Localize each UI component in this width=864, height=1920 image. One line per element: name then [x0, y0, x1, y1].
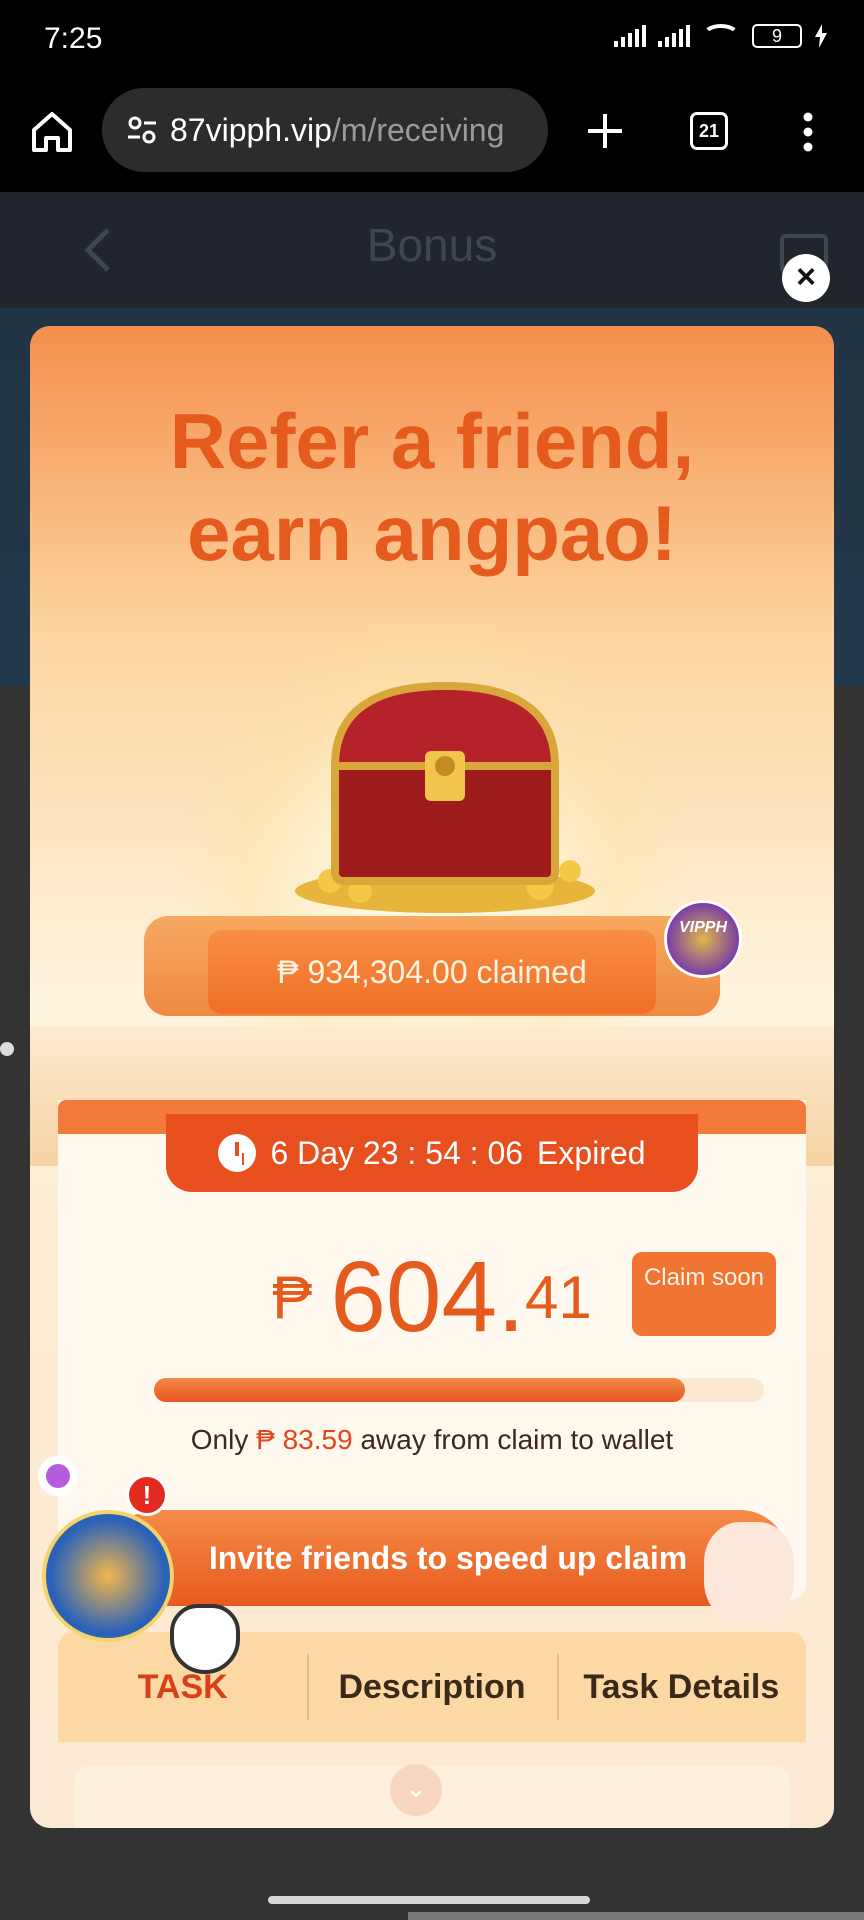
- claim-soon-button[interactable]: Claim soon: [632, 1252, 776, 1336]
- url-host: 87vipph.vip: [170, 111, 332, 148]
- claim-progress-bar: [154, 1378, 764, 1402]
- status-bar: 7:25 9: [0, 0, 864, 84]
- home-icon[interactable]: [30, 110, 74, 154]
- gesture-nav-bar[interactable]: [268, 1896, 590, 1904]
- hand-pointer-icon: [170, 1604, 240, 1674]
- wifi-icon: [702, 24, 740, 48]
- countdown-timer: 6 Day 23 : 54 : 06 Expired: [166, 1114, 698, 1192]
- close-button[interactable]: ×: [782, 254, 830, 302]
- vip-badge[interactable]: VIPPH: [664, 900, 742, 978]
- signal-icon: [614, 25, 646, 47]
- timer-value: 6 Day 23 : 54 : 06: [270, 1134, 524, 1171]
- side-handle[interactable]: [0, 1042, 14, 1056]
- battery-icon: 9: [752, 24, 802, 48]
- url-path: /m/receiving: [331, 111, 505, 148]
- claimed-total: ₱ 934,304.00 claimed: [208, 930, 656, 1014]
- browser-toolbar: 87vipph.vip/m/receiving 21: [0, 84, 864, 192]
- amount-currency: ₱: [272, 1264, 313, 1331]
- tab-switcher-button[interactable]: 21: [690, 112, 728, 150]
- headline-line2: earn angpao!: [187, 489, 677, 577]
- charging-icon: [815, 24, 827, 48]
- timer-status: Expired: [537, 1134, 646, 1171]
- url-bar[interactable]: 87vipph.vip/m/receiving: [102, 88, 548, 172]
- tab-task-details[interactable]: Task Details: [556, 1632, 806, 1742]
- progress-fill: [154, 1378, 685, 1402]
- note-amount: ₱ 83.59: [256, 1424, 353, 1455]
- pedestal: ₱ 934,304.00 claimed: [144, 916, 720, 1016]
- more-menu-icon[interactable]: [802, 112, 814, 152]
- note-prefix: Only: [190, 1424, 249, 1455]
- tap-hint-icon: [704, 1522, 794, 1622]
- reward-card: 6 Day 23 : 54 : 06 Expired ₱ 604.41 Claim…: [58, 1100, 806, 1606]
- tab-description[interactable]: Description: [307, 1632, 556, 1742]
- floating-arrow-icon[interactable]: [38, 1456, 78, 1496]
- amount-decimal: 41: [524, 1264, 592, 1331]
- amount-integer: 604.: [330, 1241, 525, 1353]
- alert-badge: !: [126, 1474, 168, 1516]
- scrollbar[interactable]: [408, 1912, 864, 1920]
- note-suffix: away from claim to wallet: [360, 1424, 674, 1455]
- signal-icon-2: [658, 25, 690, 47]
- claim-note: Only ₱ 83.59 away from claim to wallet: [58, 1424, 806, 1456]
- headline-line1: Refer a friend,: [169, 397, 695, 485]
- invite-friends-button[interactable]: Invite friends to speed up claim: [108, 1510, 788, 1606]
- treasure-chest-image: [295, 681, 595, 913]
- page-title: Bonus: [366, 219, 498, 271]
- new-tab-icon[interactable]: [586, 112, 624, 150]
- tab-bar: TASK Description Task Details: [58, 1632, 806, 1742]
- chevron-down-icon[interactable]: ⌄: [390, 1764, 442, 1816]
- clock-icon: [218, 1134, 257, 1172]
- site-settings-icon[interactable]: [126, 114, 158, 146]
- status-icons: 9: [614, 24, 828, 48]
- status-time: 7:25: [44, 22, 103, 55]
- page-header: Bonus: [0, 192, 864, 308]
- floating-game-icon[interactable]: [42, 1510, 174, 1642]
